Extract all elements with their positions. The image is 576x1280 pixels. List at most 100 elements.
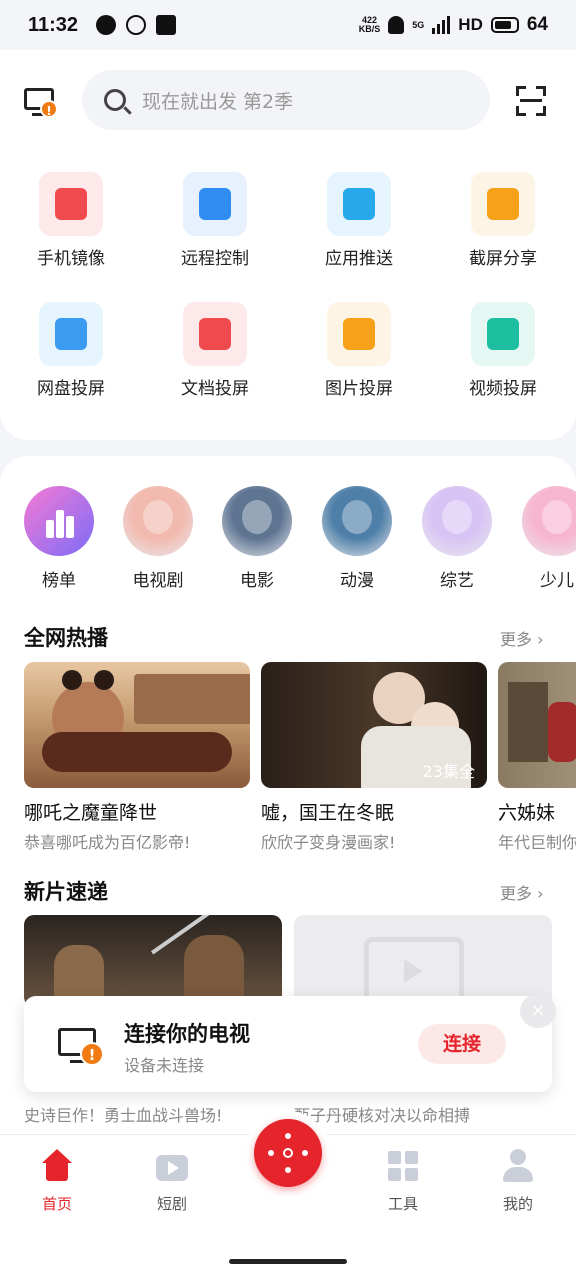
category-label: 电视剧 xyxy=(132,571,184,591)
tab-label: 首页 xyxy=(41,1195,72,1213)
warning-badge-icon: ! xyxy=(40,100,58,118)
tool-app-push[interactable]: 应用推送 xyxy=(304,172,414,269)
search-placeholder: 现在就出发 第2季 xyxy=(142,90,294,113)
new-more-link[interactable]: 更多 › xyxy=(500,880,544,904)
category-avatar xyxy=(222,486,292,556)
connect-tv-toast: ! 连接你的电视 设备未连接 连接 × xyxy=(24,994,556,1092)
tab-label: 短剧 xyxy=(156,1195,187,1213)
poster-image: 23集全 xyxy=(261,662,487,788)
new-card[interactable] xyxy=(24,915,282,1007)
tool-label: 视频投屏 xyxy=(469,379,537,399)
tab-tools[interactable]: 工具 xyxy=(363,1149,443,1214)
tool-image-cast[interactable]: 图片投屏 xyxy=(304,302,414,399)
toast-title: 连接你的电视 xyxy=(124,1022,250,1046)
ranking-chart-icon xyxy=(24,486,94,556)
category-label: 电影 xyxy=(240,571,274,591)
tool-label: 手机镜像 xyxy=(37,249,105,269)
tool-phone-mirror[interactable]: 手机镜像 xyxy=(16,172,126,269)
new-card[interactable] xyxy=(294,915,552,1007)
category-avatar xyxy=(322,486,392,556)
category-item[interactable]: 电影 xyxy=(217,486,297,591)
scan-button[interactable] xyxy=(516,86,546,116)
hot-card[interactable]: 23集全 嘘，国王在冬眠 欣欣子变身漫画家! xyxy=(261,662,487,853)
hot-section-title: 全网热播 xyxy=(24,626,108,650)
cloud-cast-icon xyxy=(39,302,103,366)
notification-box-icon xyxy=(156,15,177,35)
poster-image xyxy=(498,662,576,788)
hot-card[interactable]: 六姊妹 年代巨制你 xyxy=(498,662,576,853)
toast-subtitle: 设备未连接 xyxy=(124,1056,205,1075)
tab-home[interactable]: 首页 xyxy=(17,1149,97,1214)
app-push-icon xyxy=(327,172,391,236)
connect-button[interactable]: 连接 xyxy=(418,1024,506,1064)
screenshot-share-icon xyxy=(471,172,535,236)
search-bar[interactable]: 现在就出发 第2季 xyxy=(82,70,490,130)
tab-label: 工具 xyxy=(387,1195,418,1213)
status-bar: 11:32 422 KB/S 5G HD 64 xyxy=(0,0,576,50)
document-cast-icon xyxy=(183,302,247,366)
category-item[interactable]: 动漫 xyxy=(317,486,397,591)
category-item[interactable]: 少儿 xyxy=(517,486,576,591)
category-item[interactable]: 综艺 xyxy=(417,486,497,591)
video-cast-icon xyxy=(471,302,535,366)
poster-image xyxy=(24,915,282,1007)
image-cast-icon xyxy=(327,302,391,366)
card-subtitle: 恭喜哪吒成为百亿影帝! xyxy=(24,833,191,852)
tool-screenshot-share[interactable]: 截屏分享 xyxy=(448,172,558,269)
tools-grid-icon xyxy=(386,1149,420,1183)
hot-card[interactable]: 哪吒之魔童降世 恭喜哪吒成为百亿影帝! xyxy=(24,662,250,853)
tool-label: 网盘投屏 xyxy=(37,379,105,399)
message-icon xyxy=(96,15,117,35)
new-card-subtitle: 史诗巨作！勇士血战斗兽场! xyxy=(24,1106,223,1125)
tab-profile[interactable]: 我的 xyxy=(478,1149,558,1214)
battery-icon xyxy=(490,17,519,33)
check-circle-icon xyxy=(126,15,147,35)
search-icon xyxy=(104,89,126,111)
card-title: 嘘，国王在冬眠 xyxy=(261,802,395,824)
new-section-title: 新片速递 xyxy=(24,880,108,904)
network-speed: 422 KB/S xyxy=(358,15,381,34)
profile-icon xyxy=(501,1149,535,1183)
signal-bars-icon xyxy=(432,16,451,34)
card-subtitle: 年代巨制你 xyxy=(498,833,576,852)
tool-document-cast[interactable]: 文档投屏 xyxy=(160,302,270,399)
short-drama-icon xyxy=(155,1149,189,1183)
placeholder-image xyxy=(294,915,552,1007)
category-avatar xyxy=(123,486,193,556)
dpad-icon xyxy=(254,1119,322,1187)
battery-level: 64 xyxy=(526,14,548,35)
episode-badge: 23集全 xyxy=(422,762,475,781)
new-card-subtitle: 甄子丹硬核对决以命相搏 xyxy=(294,1106,471,1125)
tool-label: 图片投屏 xyxy=(325,379,393,399)
tab-label: 我的 xyxy=(502,1195,533,1213)
tool-label: 文档投屏 xyxy=(181,379,249,399)
status-time: 11:32 xyxy=(28,13,79,36)
category-label: 综艺 xyxy=(440,571,474,591)
top-card: ! 现在就出发 第2季 手机镜像 远程控制 应用推送 截屏分享网盘投屏 文档投屏 图片投屏… xyxy=(0,50,576,440)
tv-status-button[interactable]: ! xyxy=(22,86,62,122)
remote-control-icon xyxy=(183,172,247,236)
category-avatar xyxy=(522,486,576,556)
bottom-tab-bar: 首页 短剧 工具 我的 xyxy=(0,1111,576,1246)
category-avatar xyxy=(422,486,492,556)
card-subtitle: 欣欣子变身漫画家! xyxy=(261,833,396,852)
mute-bell-icon xyxy=(388,16,405,34)
category-item[interactable]: 电视剧 xyxy=(118,486,198,591)
signal-type: 5G xyxy=(412,19,425,30)
tool-remote-control[interactable]: 远程控制 xyxy=(160,172,270,269)
close-icon[interactable]: × xyxy=(520,994,556,1028)
card-title: 哪吒之魔童降世 xyxy=(24,802,158,824)
tool-video-cast[interactable]: 视频投屏 xyxy=(448,302,558,399)
remote-control-button[interactable] xyxy=(246,1111,330,1195)
phone-mirror-icon xyxy=(39,172,103,236)
category-item[interactable]: 榜单 xyxy=(19,486,99,591)
home-indicator[interactable] xyxy=(229,1259,347,1264)
category-label: 少儿 xyxy=(540,571,574,591)
poster-logo xyxy=(277,688,347,728)
home-icon xyxy=(40,1149,74,1183)
category-label: 动漫 xyxy=(340,571,374,591)
tool-cloud-cast[interactable]: 网盘投屏 xyxy=(16,302,126,399)
hot-more-link[interactable]: 更多 › xyxy=(500,626,544,650)
tool-label: 应用推送 xyxy=(325,249,393,269)
tab-short-drama[interactable]: 短剧 xyxy=(132,1149,212,1214)
